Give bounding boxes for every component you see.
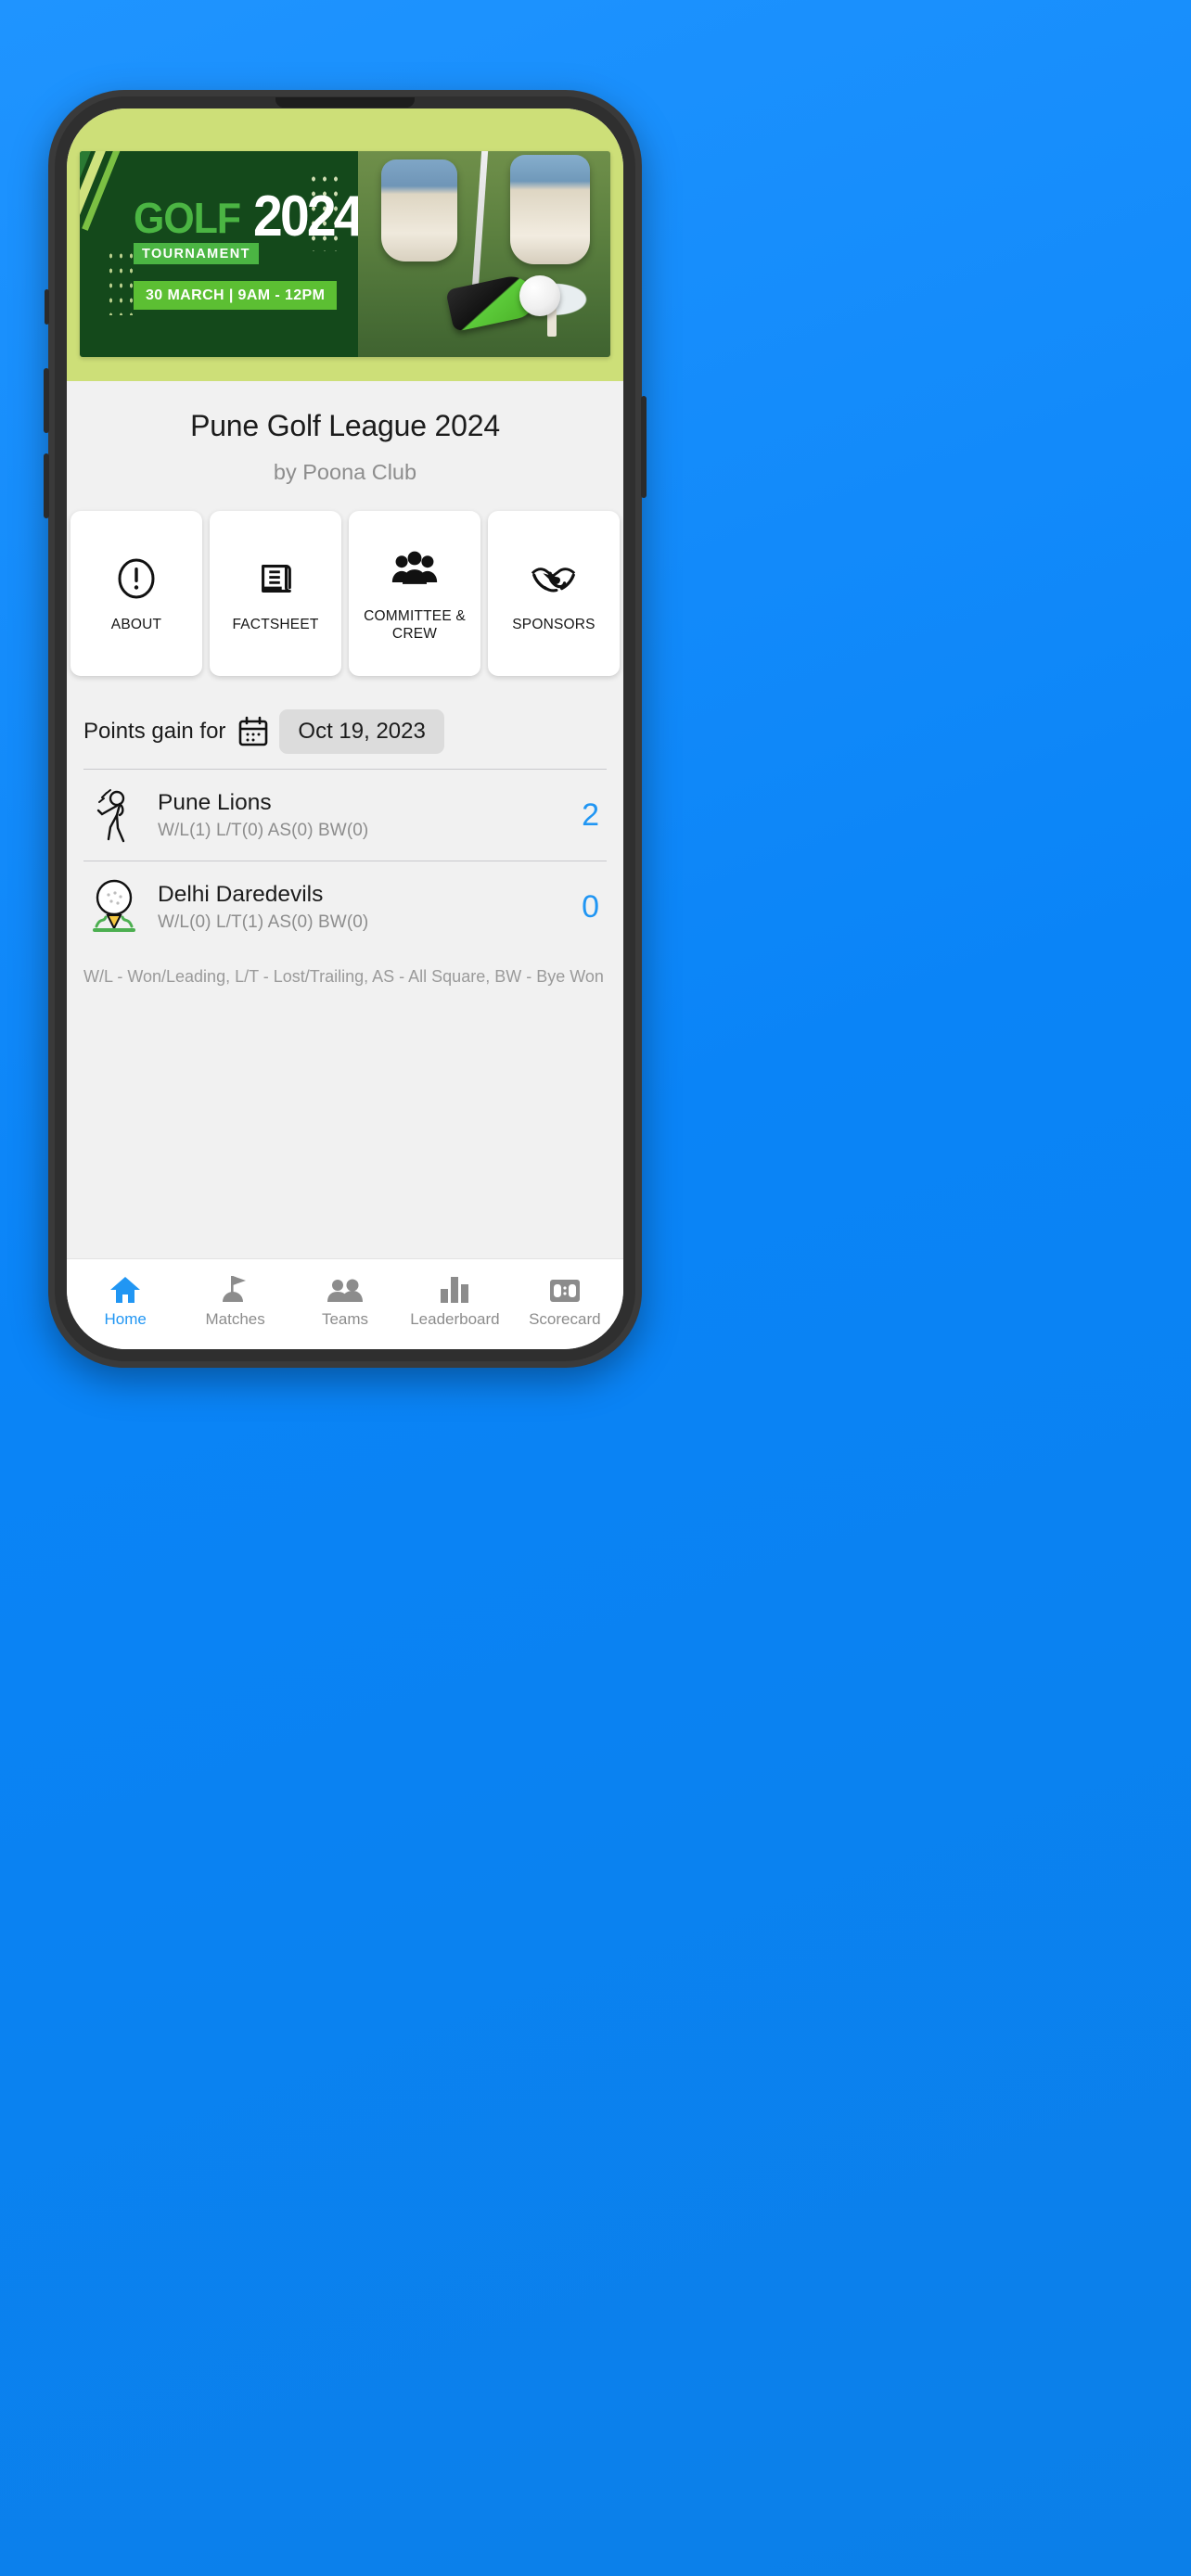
people-icon [327, 1272, 364, 1304]
people-group-icon [391, 544, 439, 596]
nav-label-matches: Matches [205, 1310, 265, 1328]
card-committee-crew[interactable]: COMMITTEE & CREW [349, 511, 480, 676]
info-circle-icon [114, 553, 159, 605]
banner-golf-text: GOLF [134, 193, 241, 242]
golfer-swing-icon [83, 784, 145, 846]
team-info: Delhi Daredevils W/L(0) L/T(1) AS(0) BW(… [158, 882, 569, 933]
golf-shoe-left [380, 159, 457, 261]
card-factsheet-label: FACTSHEET [232, 617, 319, 633]
points-label: Points gain for [83, 719, 226, 744]
nav-label-home: Home [104, 1310, 147, 1328]
team-name: Pune Lions [158, 789, 272, 815]
banner-title-row: GOLF 2024 [134, 187, 358, 245]
event-banner-image[interactable]: GOLF 2024 TOURNAMENT 30 MARCH | 9AM - 12… [80, 151, 610, 357]
team-points: 2 [582, 797, 599, 833]
golf-club-shaft [470, 151, 490, 300]
volume-down-button[interactable] [44, 453, 49, 518]
card-about-label: ABOUT [110, 617, 162, 633]
table-row[interactable]: Delhi Daredevils W/L(0) L/T(1) AS(0) BW(… [67, 861, 623, 952]
table-row[interactable]: Pune Lions W/L(1) L/T(0) AS(0) BW(0) 2 [67, 770, 623, 861]
silent-switch[interactable] [45, 289, 49, 325]
phone-notch [275, 97, 415, 108]
golf-ball [519, 274, 560, 316]
points-section: Points gain for Oct 19, 2023 Pune Lions … [67, 695, 623, 1258]
scorecard-icon [549, 1272, 581, 1304]
banner-dot-pattern [106, 249, 137, 315]
handshake-icon [529, 553, 579, 605]
home-icon [109, 1272, 141, 1304]
banner-tournament-badge: TOURNAMENT [134, 243, 259, 265]
team-stats: W/L(0) L/T(1) AS(0) BW(0) [158, 912, 369, 932]
calendar-icon[interactable] [237, 716, 269, 747]
page-title: Pune Golf League 2024 [190, 409, 500, 442]
event-title-block: Pune Golf League 2024 by Poona Club [67, 381, 623, 491]
team-stats: W/L(1) L/T(0) AS(0) BW(0) [158, 820, 369, 840]
scroll-document-icon [254, 553, 297, 605]
banner-graphic-left: GOLF 2024 TOURNAMENT 30 MARCH | 9AM - 12… [80, 151, 359, 357]
card-committee-crew-label: COMMITTEE & CREW [364, 607, 466, 642]
date-picker-chip[interactable]: Oct 19, 2023 [279, 709, 444, 754]
team-points: 0 [582, 888, 599, 925]
nav-label-teams: Teams [321, 1310, 369, 1328]
bottom-navigation: Home Matches Teams Leaderboard Scorecard [67, 1258, 623, 1349]
golf-flag-icon [220, 1272, 251, 1304]
event-banner-section: GOLF 2024 TOURNAMENT 30 MARCH | 9AM - 12… [67, 108, 623, 381]
banner-year-text: 2024 [252, 184, 359, 249]
nav-item-leaderboard[interactable]: Leaderboard [400, 1272, 509, 1329]
points-header: Points gain for Oct 19, 2023 [67, 709, 623, 769]
phone-screen: GOLF 2024 TOURNAMENT 30 MARCH | 9AM - 12… [67, 108, 623, 1349]
nav-label-leaderboard: Leaderboard [410, 1310, 500, 1328]
power-button[interactable] [641, 396, 647, 498]
nav-item-teams[interactable]: Teams [290, 1272, 400, 1329]
card-factsheet[interactable]: FACTSHEET [210, 511, 341, 676]
stats-legend: W/L - Won/Leading, L/T - Lost/Trailing, … [83, 967, 604, 986]
nav-label-scorecard: Scorecard [529, 1310, 601, 1328]
nav-item-matches[interactable]: Matches [180, 1272, 289, 1329]
banner-date-badge: 30 MARCH | 9AM - 12PM [134, 281, 338, 311]
page-subtitle: by Poona Club [273, 460, 417, 484]
banner-photo-right [358, 151, 610, 357]
nav-item-scorecard[interactable]: Scorecard [510, 1272, 620, 1329]
volume-up-button[interactable] [44, 368, 49, 433]
nav-item-home[interactable]: Home [70, 1272, 180, 1329]
bar-chart-icon [440, 1272, 469, 1304]
quick-action-cards: ABOUT FACTSHEET COMMITTEE & CREW SPONSOR… [67, 491, 623, 695]
card-about[interactable]: ABOUT [70, 511, 202, 676]
team-name: Delhi Daredevils [158, 881, 324, 907]
team-info: Pune Lions W/L(1) L/T(0) AS(0) BW(0) [158, 790, 569, 841]
golf-ball-tee-icon [83, 876, 145, 937]
card-sponsors[interactable]: SPONSORS [488, 511, 620, 676]
golf-shoe-right [510, 155, 591, 265]
card-sponsors-label: SPONSORS [512, 617, 596, 633]
phone-frame: GOLF 2024 TOURNAMENT 30 MARCH | 9AM - 12… [44, 90, 647, 1368]
